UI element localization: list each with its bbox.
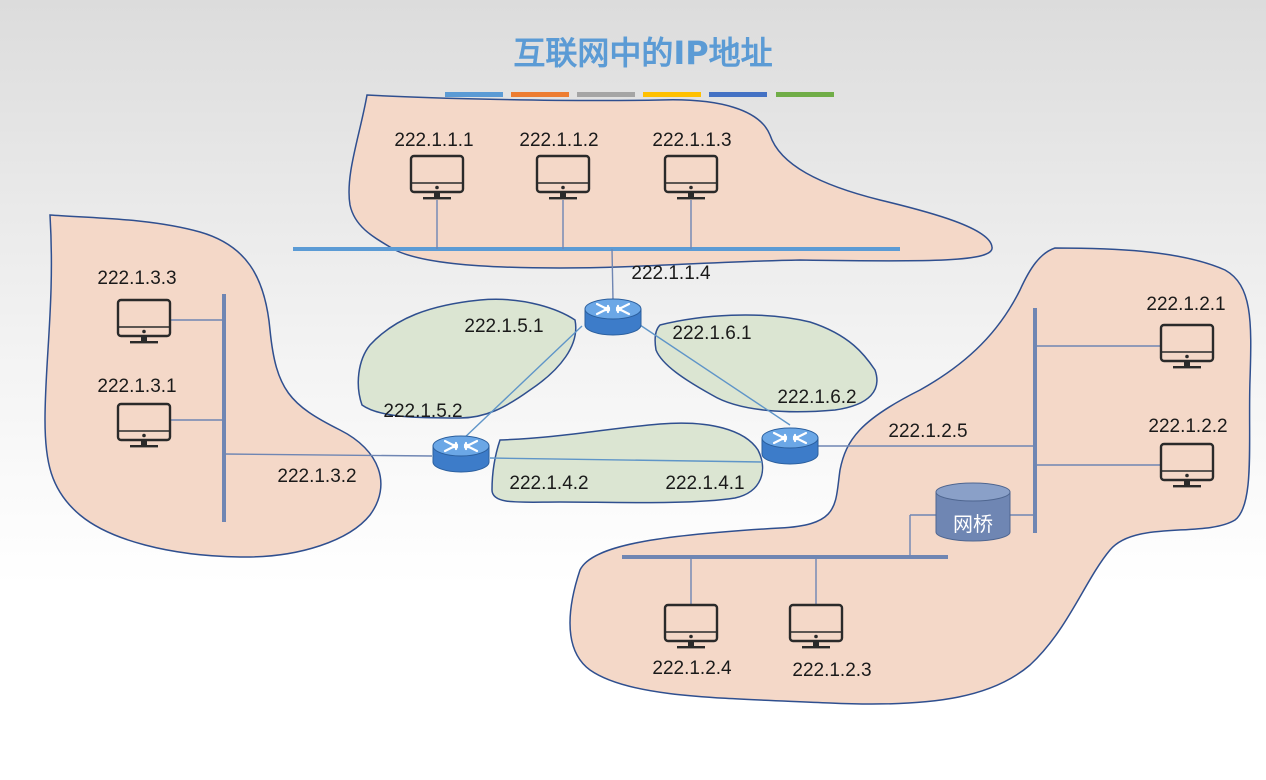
label-router-222-1-1-4: 222.1.1.4 <box>631 263 711 284</box>
label-host-222-1-2-3: 222.1.2.3 <box>792 660 871 681</box>
label-host-222-1-2-1: 222.1.2.1 <box>1146 294 1225 315</box>
label-router-222-1-5-1: 222.1.5.1 <box>464 316 543 337</box>
label-router-222-1-6-1: 222.1.6.1 <box>672 323 751 344</box>
router-top-uplink <box>611 248 614 301</box>
label-host-222-1-1-3: 222.1.1.3 <box>652 130 731 151</box>
label-router-222-1-4-1: 222.1.4.1 <box>665 473 744 494</box>
title-bar-segment <box>445 92 503 97</box>
label-host-222-1-1-1: 222.1.1.1 <box>394 130 473 151</box>
title-bar-segment <box>511 92 569 97</box>
bridge-cylinder-icon: 网桥 <box>935 482 1011 542</box>
network-left-blob <box>44 214 382 558</box>
label-host-222-1-3-3: 222.1.3.3 <box>97 268 176 289</box>
bridge-label: 网桥 <box>953 512 993 536</box>
title-bar-segment <box>643 92 701 97</box>
label-host-222-1-1-2: 222.1.1.2 <box>519 130 598 151</box>
label-router-222-1-6-2: 222.1.6.2 <box>777 387 856 408</box>
label-router-222-1-4-2: 222.1.4.2 <box>509 473 588 494</box>
title-bar-segment <box>776 92 834 97</box>
router-left-icon <box>431 434 491 474</box>
label-router-222-1-5-2: 222.1.5.2 <box>383 401 462 422</box>
network-diagram: 互联网中的IP地址 网桥 222.1.1.1 222.1.1.2 222.1.1… <box>44 34 1252 705</box>
label-router-222-1-3-2: 222.1.3.2 <box>277 466 356 487</box>
label-router-222-1-2-5: 222.1.2.5 <box>888 421 967 442</box>
title-bar-segment <box>709 92 767 97</box>
page-title: 互联网中的IP地址 <box>513 34 772 72</box>
title-color-bar <box>445 92 834 97</box>
network-top-blob <box>348 94 993 269</box>
label-host-222-1-3-1: 222.1.3.1 <box>97 376 176 397</box>
label-host-222-1-2-4: 222.1.2.4 <box>652 658 732 679</box>
title-bar-segment <box>577 92 635 97</box>
router-top-icon <box>583 297 643 337</box>
router-right-icon <box>760 426 820 466</box>
label-host-222-1-2-2: 222.1.2.2 <box>1148 416 1227 437</box>
